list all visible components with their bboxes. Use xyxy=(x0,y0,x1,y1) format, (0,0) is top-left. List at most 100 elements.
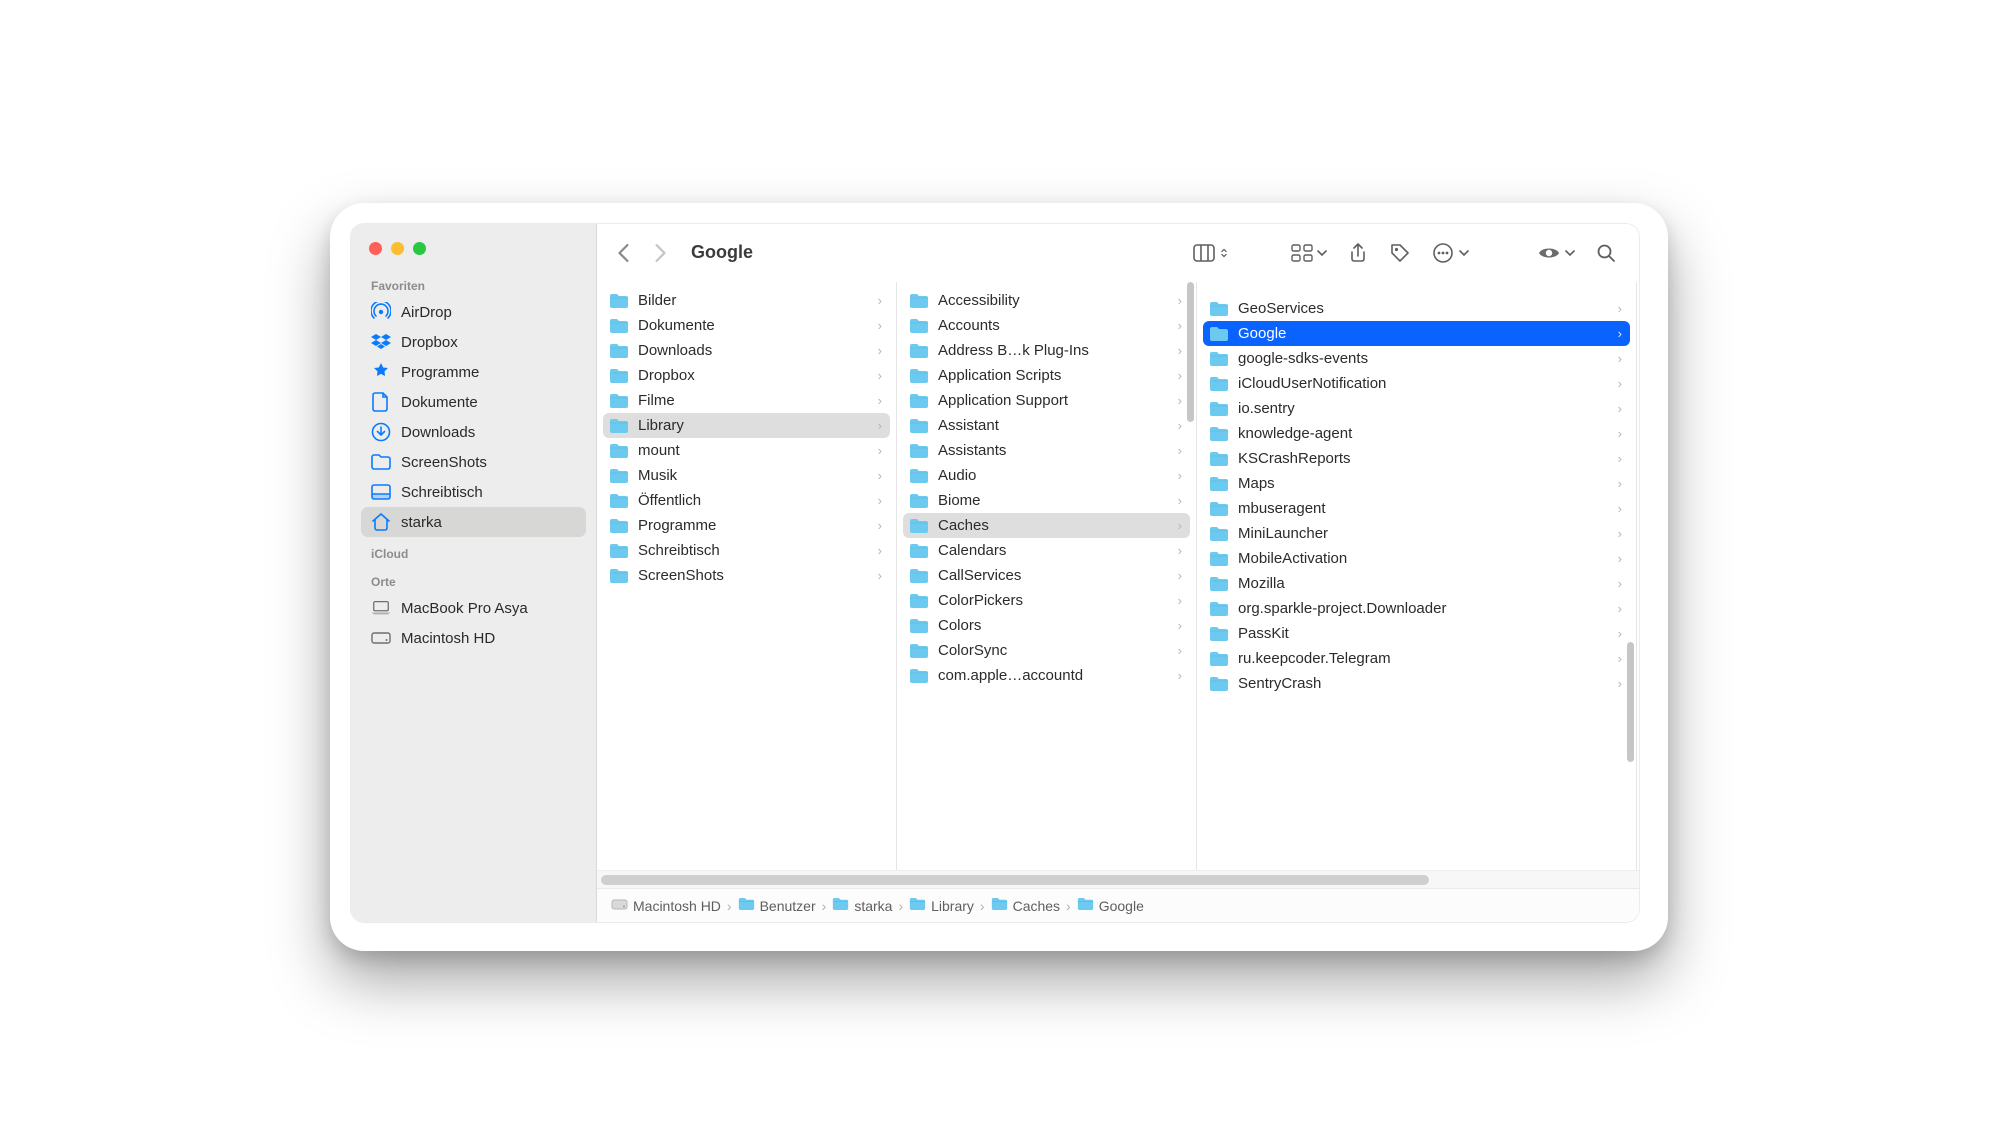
folder-icon xyxy=(909,668,929,684)
list-item[interactable]: Biome› xyxy=(903,488,1190,513)
list-item[interactable]: Dokumente› xyxy=(603,313,890,338)
sidebar-item-dropbox[interactable]: Dropbox xyxy=(361,327,586,357)
chevron-right-icon: › xyxy=(1618,676,1622,691)
sidebar-item-starka[interactable]: starka xyxy=(361,507,586,537)
horizontal-scrollbar[interactable] xyxy=(597,870,1639,888)
list-item[interactable]: ColorPickers› xyxy=(903,588,1190,613)
breadcrumb-item[interactable]: Benutzer xyxy=(738,897,816,914)
list-item-label: Colors xyxy=(938,617,1169,634)
breadcrumb-item[interactable]: Google xyxy=(1077,897,1144,914)
list-item[interactable]: PassKit› xyxy=(1203,621,1630,646)
zoom-window-button[interactable] xyxy=(413,242,426,255)
sidebar-item-airdrop[interactable]: AirDrop xyxy=(361,297,586,327)
chevron-right-icon: › xyxy=(725,898,734,914)
list-item[interactable]: iCloudUserNotification› xyxy=(1203,371,1630,396)
list-item[interactable]: mount› xyxy=(603,438,890,463)
sidebar-item-programme[interactable]: Programme xyxy=(361,357,586,387)
main-area: Google xyxy=(597,224,1639,922)
list-item[interactable]: Application Scripts› xyxy=(903,363,1190,388)
chevron-right-icon: › xyxy=(1618,526,1622,541)
list-item[interactable]: ScreenShots› xyxy=(603,563,890,588)
list-item[interactable]: mbuseragent› xyxy=(1203,496,1630,521)
list-item-label: KSCrashReports xyxy=(1238,450,1609,467)
list-item[interactable]: Caches› xyxy=(903,513,1190,538)
list-item[interactable]: google-sdks-events› xyxy=(1203,346,1630,371)
preview-toggle-button[interactable] xyxy=(1531,236,1581,270)
sidebar-item-schreibtisch[interactable]: Schreibtisch xyxy=(361,477,586,507)
back-button[interactable] xyxy=(607,236,641,270)
list-item[interactable]: GeoServices› xyxy=(1203,296,1630,321)
tags-button[interactable] xyxy=(1383,236,1417,270)
list-item[interactable]: Programme› xyxy=(603,513,890,538)
list-item[interactable]: com.apple…accountd› xyxy=(903,663,1190,688)
list-item[interactable]: Musik› xyxy=(603,463,890,488)
column-0[interactable]: Bilder› Dokumente› Downloads› Dropbox› F… xyxy=(597,282,897,870)
folder-icon xyxy=(909,568,929,584)
list-item[interactable]: Library› xyxy=(603,413,890,438)
folder-icon xyxy=(609,393,629,409)
sidebar-item-mbp[interactable]: MacBook Pro Asya xyxy=(361,593,586,623)
list-item[interactable]: knowledge-agent› xyxy=(1203,421,1630,446)
list-item[interactable]: Google› xyxy=(1203,321,1630,346)
sidebar-item-dokumente[interactable]: Dokumente xyxy=(361,387,586,417)
window-controls xyxy=(361,242,586,269)
chevron-right-icon: › xyxy=(1178,468,1182,483)
list-item[interactable]: CallServices› xyxy=(903,563,1190,588)
breadcrumb-item[interactable]: Library xyxy=(909,897,974,914)
list-item[interactable]: Öffentlich› xyxy=(603,488,890,513)
list-item[interactable]: MobileActivation› xyxy=(1203,546,1630,571)
chevron-right-icon: › xyxy=(1178,543,1182,558)
list-item[interactable]: Bilder› xyxy=(603,288,890,313)
list-item[interactable]: Colors› xyxy=(903,613,1190,638)
sidebar-item-hd[interactable]: Macintosh HD xyxy=(361,623,586,653)
list-item[interactable]: Application Support› xyxy=(903,388,1190,413)
forward-button[interactable] xyxy=(643,236,677,270)
vertical-scroll-thumb[interactable] xyxy=(1627,642,1634,762)
folder-icon xyxy=(909,368,929,384)
breadcrumb-item[interactable]: Caches xyxy=(991,897,1060,914)
breadcrumb-item[interactable]: Macintosh HD xyxy=(611,897,721,914)
group-by-button[interactable] xyxy=(1285,236,1333,270)
close-window-button[interactable] xyxy=(369,242,382,255)
search-button[interactable] xyxy=(1589,236,1623,270)
sidebar-item-label: ScreenShots xyxy=(401,454,487,471)
sidebar-item-screenshots[interactable]: ScreenShots xyxy=(361,447,586,477)
sidebar-item-downloads[interactable]: Downloads xyxy=(361,417,586,447)
list-item[interactable]: KSCrashReports› xyxy=(1203,446,1630,471)
list-item[interactable]: Assistant› xyxy=(903,413,1190,438)
list-item[interactable]: Dropbox› xyxy=(603,363,890,388)
list-item[interactable]: Downloads› xyxy=(603,338,890,363)
vertical-scroll-thumb[interactable] xyxy=(1187,282,1194,422)
horizontal-scroll-thumb[interactable] xyxy=(601,875,1429,885)
list-item[interactable]: io.sentry› xyxy=(1203,396,1630,421)
list-item[interactable]: Accessibility› xyxy=(903,288,1190,313)
column-1[interactable]: Accessibility› Accounts› Address B…k Plu… xyxy=(897,282,1197,870)
column-3[interactable] xyxy=(1637,282,1639,870)
list-item[interactable]: Filme› xyxy=(603,388,890,413)
list-item[interactable]: Address B…k Plug-Ins› xyxy=(903,338,1190,363)
chevron-right-icon: › xyxy=(878,468,882,483)
list-item[interactable]: Mozilla› xyxy=(1203,571,1630,596)
folder-icon xyxy=(1209,626,1229,642)
chevron-right-icon: › xyxy=(1618,476,1622,491)
list-item[interactable]: Maps› xyxy=(1203,471,1630,496)
list-item[interactable]: ru.keepcoder.Telegram› xyxy=(1203,646,1630,671)
minimize-window-button[interactable] xyxy=(391,242,404,255)
list-item[interactable]: ColorSync› xyxy=(903,638,1190,663)
list-item-label: Bilder xyxy=(638,292,869,309)
list-item[interactable]: Schreibtisch› xyxy=(603,538,890,563)
list-item[interactable]: org.sparkle-project.Downloader› xyxy=(1203,596,1630,621)
breadcrumb-item[interactable]: starka xyxy=(832,897,892,914)
action-menu-button[interactable] xyxy=(1425,236,1475,270)
column-2[interactable]: GeoServices›Google› google-sdks-events› … xyxy=(1197,282,1637,870)
list-item[interactable]: SentryCrash› xyxy=(1203,671,1630,696)
list-item[interactable]: Assistants› xyxy=(903,438,1190,463)
list-item[interactable]: Audio› xyxy=(903,463,1190,488)
list-item[interactable]: Accounts› xyxy=(903,313,1190,338)
finder-window: FavoritenAirDropDropboxProgrammeDokument… xyxy=(350,223,1640,923)
view-columns-button[interactable] xyxy=(1187,236,1235,270)
share-button[interactable] xyxy=(1341,236,1375,270)
list-item[interactable]: MiniLauncher› xyxy=(1203,521,1630,546)
list-item[interactable]: Calendars › xyxy=(903,538,1190,563)
list-item-label: Calendars xyxy=(938,542,1169,559)
